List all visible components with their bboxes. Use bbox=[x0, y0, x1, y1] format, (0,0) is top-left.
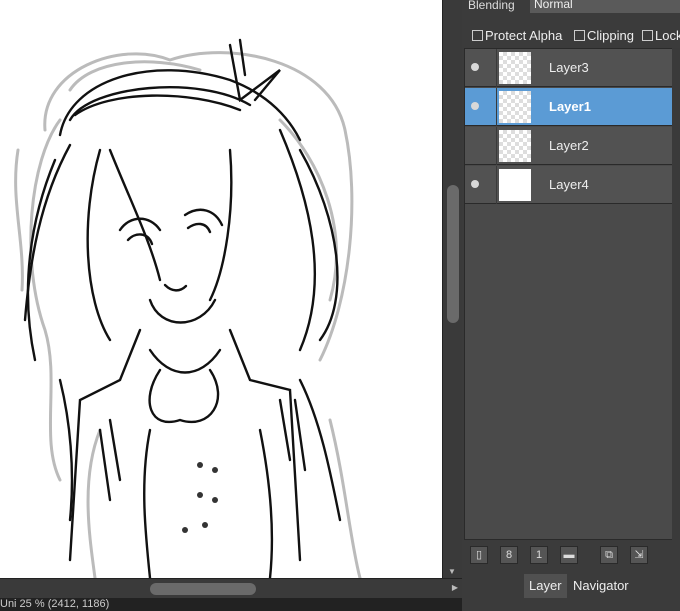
blending-row: Blending Normal bbox=[462, 0, 680, 14]
layer-name: Layer3 bbox=[549, 60, 589, 75]
canvas-horizontal-scrollbar[interactable]: ▶ bbox=[0, 578, 462, 599]
layer-row-layer1[interactable]: Layer1 bbox=[465, 88, 673, 126]
new-layer-icon[interactable]: ▯ bbox=[470, 546, 488, 564]
layer-thumbnail bbox=[499, 130, 531, 162]
new-8bit-layer-icon[interactable]: 8 bbox=[500, 546, 518, 564]
blending-label: Blending bbox=[468, 0, 515, 12]
blending-mode-select[interactable]: Normal bbox=[530, 0, 680, 13]
layer-list: Layer3 Layer1 Layer2 Layer4 bbox=[464, 48, 674, 540]
horizontal-scroll-thumb[interactable] bbox=[150, 583, 256, 595]
vertical-scroll-thumb[interactable] bbox=[447, 185, 459, 323]
drawing-canvas[interactable] bbox=[0, 0, 442, 578]
protect-alpha-checkbox[interactable]: Protect Alpha bbox=[472, 28, 562, 43]
layer-thumbnail bbox=[499, 52, 531, 84]
tab-layer[interactable]: Layer bbox=[524, 574, 567, 598]
protect-alpha-label: Protect Alpha bbox=[485, 28, 563, 43]
layer-toolbar: ▯ 8 1 ▬ ⧉ ⇲ bbox=[466, 546, 680, 566]
clipping-checkbox[interactable]: Clipping bbox=[574, 28, 634, 43]
checkbox-icon bbox=[642, 30, 653, 41]
scroll-right-arrow-icon[interactable]: ▶ bbox=[452, 583, 458, 592]
layer-options-row: Protect Alpha Clipping Lock bbox=[462, 28, 680, 44]
lock-checkbox[interactable]: Lock bbox=[642, 28, 680, 43]
visibility-eye-icon[interactable] bbox=[471, 63, 479, 71]
row-divider bbox=[496, 166, 497, 204]
layer-row-layer3[interactable]: Layer3 bbox=[465, 49, 673, 87]
layer-panel: Blending Normal Protect Alpha Clipping L… bbox=[462, 0, 680, 611]
checkbox-icon bbox=[574, 30, 585, 41]
layer-list-scrollbar[interactable] bbox=[672, 48, 680, 540]
lock-label: Lock bbox=[655, 28, 680, 43]
new-1bit-layer-icon[interactable]: 1 bbox=[530, 546, 548, 564]
merge-layer-icon[interactable]: ⇲ bbox=[630, 546, 648, 564]
status-bar: Uni 25 % (2412, 1186) bbox=[0, 598, 462, 611]
layer-row-layer4[interactable]: Layer4 bbox=[465, 166, 673, 204]
visibility-eye-icon[interactable] bbox=[471, 180, 479, 188]
clipping-label: Clipping bbox=[587, 28, 634, 43]
layer-name: Layer4 bbox=[549, 177, 589, 192]
layer-thumbnail bbox=[499, 91, 531, 123]
layer-thumbnail bbox=[499, 169, 531, 201]
row-divider bbox=[496, 127, 497, 165]
new-folder-icon[interactable]: ▬ bbox=[560, 546, 578, 564]
status-text: Uni 25 % (2412, 1186) bbox=[0, 598, 110, 610]
layer-row-layer2[interactable]: Layer2 bbox=[465, 127, 673, 165]
tab-navigator[interactable]: Navigator bbox=[568, 574, 634, 598]
canvas-vertical-scrollbar[interactable]: ▼ bbox=[442, 0, 463, 578]
layer-name: Layer1 bbox=[549, 99, 591, 114]
scroll-down-arrow-icon[interactable]: ▼ bbox=[448, 567, 456, 576]
checkbox-icon bbox=[472, 30, 483, 41]
sketch-artwork bbox=[14, 38, 362, 578]
layer-name: Layer2 bbox=[549, 138, 589, 153]
visibility-eye-icon[interactable] bbox=[471, 102, 479, 110]
row-divider bbox=[496, 88, 497, 126]
row-divider bbox=[496, 49, 497, 87]
duplicate-layer-icon[interactable]: ⧉ bbox=[600, 546, 618, 564]
